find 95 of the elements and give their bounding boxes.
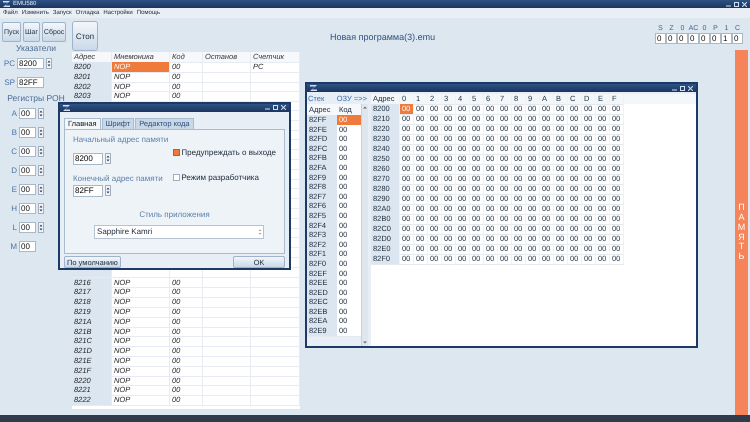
register-field[interactable]: 00	[19, 108, 36, 119]
table-cell	[203, 62, 251, 73]
stop-button[interactable]: Стоп	[72, 21, 98, 51]
table-cell	[251, 287, 300, 298]
register-field[interactable]: 00	[19, 127, 36, 138]
section-title: Регистры РОН	[6, 93, 66, 104]
field-label: Стиль приложения	[139, 210, 210, 219]
table-cell	[203, 287, 251, 298]
table-cell	[251, 366, 300, 376]
table-cell	[251, 385, 300, 396]
table-cell	[203, 297, 251, 308]
flag-value: 0	[655, 33, 666, 44]
field-label: Конечный адрес памяти	[73, 174, 164, 183]
table-cell	[203, 278, 251, 288]
table-cell	[251, 346, 300, 357]
flag-value: 0	[732, 33, 743, 44]
table-cell	[251, 326, 300, 338]
table-cell	[251, 376, 300, 386]
flag-value: 0	[710, 33, 721, 44]
table-cell	[251, 278, 300, 288]
table-cell	[203, 346, 251, 357]
checkbox[interactable]	[173, 174, 180, 181]
spinner-icon[interactable]	[38, 165, 44, 176]
table-cell	[203, 336, 251, 348]
register-field[interactable]: 00	[19, 165, 36, 176]
table-cell	[203, 366, 251, 376]
register-label: A	[10, 109, 17, 118]
table-cell	[251, 306, 300, 318]
table-cell	[251, 316, 300, 328]
register-field[interactable]: 00	[19, 146, 36, 157]
maximize-icon[interactable]	[273, 105, 278, 110]
table-cell	[203, 385, 251, 396]
spinner-icon[interactable]	[38, 203, 44, 214]
app-logo-icon	[63, 104, 70, 111]
table-cell	[251, 82, 300, 92]
table-cell	[203, 82, 251, 92]
checkbox-label: Режим разработчика	[181, 172, 259, 182]
close-icon[interactable]	[742, 2, 747, 6]
flag-value: 0	[666, 33, 677, 44]
register-label: H	[10, 204, 17, 213]
table-cell	[203, 376, 251, 386]
maximize-icon[interactable]	[680, 86, 685, 90]
spinner-icon[interactable]	[38, 127, 44, 138]
document-title: Новая программа(3).emu	[330, 32, 436, 42]
table-cell	[251, 356, 300, 367]
address-field[interactable]: 8200	[73, 152, 103, 165]
spinner-icon[interactable]	[38, 184, 44, 195]
register-field[interactable]: 00	[19, 184, 36, 195]
pointer-field[interactable]: 82FF	[17, 77, 44, 88]
address-field[interactable]: 82FF	[73, 184, 103, 197]
flag-value: 1	[721, 33, 732, 44]
table-cell	[203, 306, 251, 318]
scroll-down-icon[interactable]	[362, 339, 368, 346]
app-logo-icon	[3, 1, 10, 7]
table-cell	[251, 395, 300, 406]
caret-icon[interactable]	[257, 226, 263, 237]
section-title: Указатели	[15, 43, 57, 54]
close-icon[interactable]	[688, 86, 693, 90]
spinner-icon[interactable]	[46, 58, 52, 69]
field-label: Начальный адрес памяти	[73, 134, 168, 144]
table-cell	[251, 336, 300, 348]
pointer-label: PC	[2, 59, 15, 68]
table-cell	[203, 395, 251, 406]
spinner-icon[interactable]	[105, 153, 111, 164]
register-field[interactable]: 00	[19, 241, 36, 252]
style-dropdown[interactable]: Sapphire Kamri	[94, 224, 264, 239]
checkbox-label: Предупреждать о выходе	[181, 148, 276, 157]
table-cell	[203, 316, 251, 328]
flag-value: 0	[699, 33, 710, 44]
table-cell	[251, 72, 300, 83]
table-cell	[203, 326, 251, 338]
spinner-icon[interactable]	[38, 222, 44, 233]
maximize-icon[interactable]	[734, 2, 739, 6]
register-label: L	[12, 223, 17, 232]
spinner-icon[interactable]	[38, 108, 44, 119]
register-label: C	[10, 147, 17, 156]
register-field[interactable]: 00	[19, 222, 36, 233]
register-label: B	[10, 128, 17, 137]
checkbox[interactable]	[173, 148, 180, 156]
register-label: M	[9, 242, 17, 251]
register-field[interactable]: 00	[19, 203, 36, 214]
pointer-field[interactable]: 8200	[17, 58, 44, 69]
app-logo-icon	[310, 85, 317, 91]
flag-value: 0	[677, 33, 688, 44]
register-label: E	[10, 185, 17, 194]
table-cell	[203, 356, 251, 367]
scrollbar[interactable]	[361, 104, 368, 346]
table-cell	[251, 297, 300, 308]
spinner-icon[interactable]	[38, 146, 44, 157]
table-cell	[203, 72, 251, 83]
pointer-label: SP	[3, 78, 15, 87]
flag-value: 0	[688, 33, 699, 44]
close-icon[interactable]	[281, 105, 286, 110]
spinner-icon[interactable]	[105, 185, 111, 196]
register-label: D	[10, 166, 17, 175]
